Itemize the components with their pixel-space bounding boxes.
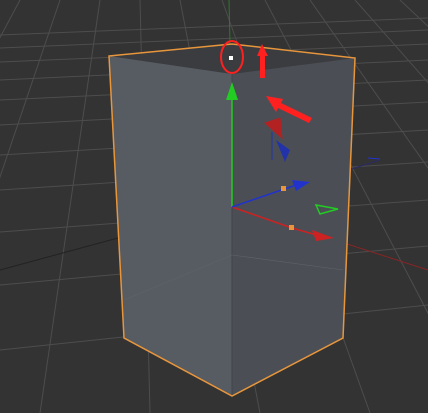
- box-front-left-face: [109, 56, 232, 396]
- top-vertex-point[interactable]: [229, 56, 233, 60]
- world-y-axis-line: [228, 0, 231, 45]
- scale-handle-icon[interactable]: [281, 186, 286, 191]
- x-scale-handle[interactable]: [289, 225, 294, 230]
- 3d-viewport[interactable]: [0, 0, 428, 413]
